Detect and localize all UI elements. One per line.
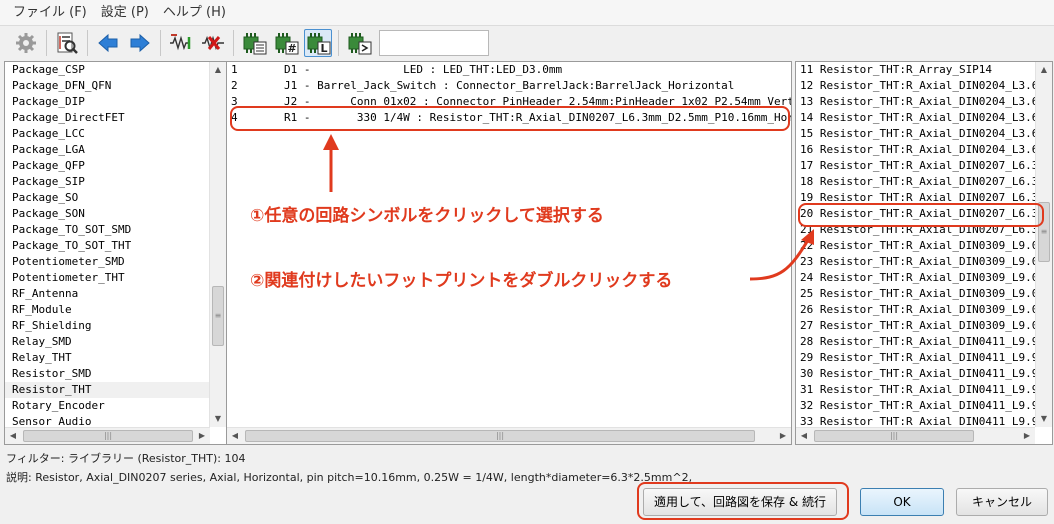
library-list-item[interactable]: Resistor_THT <box>5 382 226 398</box>
footprint-vertical-scrollbar[interactable]: ▲ ≡ ▼ <box>1035 62 1052 427</box>
library-list-item[interactable]: Package_LCC <box>5 126 226 142</box>
footprint-row[interactable]: 30 Resistor_THT:R_Axial_DIN0411_L9.9mm <box>796 366 1052 382</box>
footprint-row[interactable]: 28 Resistor_THT:R_Axial_DIN0411_L9.9mm <box>796 334 1052 350</box>
footprint-row[interactable]: 25 Resistor_THT:R_Axial_DIN0309_L9.0mm <box>796 286 1052 302</box>
scroll-right-arrow-icon[interactable]: ▶ <box>775 428 791 444</box>
menu-settings[interactable]: 設定 (P) <box>94 2 156 24</box>
symbol-hscroll-thumb[interactable]: ||| <box>245 430 755 442</box>
footprint-row[interactable]: 31 Resistor_THT:R_Axial_DIN0411_L9.9mm <box>796 382 1052 398</box>
scroll-right-arrow-icon[interactable]: ▶ <box>1019 428 1035 444</box>
library-browser-icon[interactable] <box>53 29 81 57</box>
settings-icon[interactable] <box>12 29 40 57</box>
menu-help[interactable]: ヘルプ (H) <box>156 2 233 24</box>
footprint-row[interactable]: 32 Resistor_THT:R_Axial_DIN0411_L9.9mm <box>796 398 1052 414</box>
library-list-item[interactable]: RF_Module <box>5 302 226 318</box>
previous-icon[interactable] <box>94 29 122 57</box>
filter-status-text: フィルター: ライブラリー (Resistor_THT): 104 <box>6 452 246 465</box>
library-list-item[interactable]: Package_QFP <box>5 158 226 174</box>
footprint-row[interactable]: 15 Resistor_THT:R_Axial_DIN0204_L3.6mm <box>796 126 1052 142</box>
filter-library-icon[interactable]: L <box>304 29 332 57</box>
library-list-item[interactable]: Package_LGA <box>5 142 226 158</box>
footprint-row[interactable]: 17 Resistor_THT:R_Axial_DIN0207_L6.3mm <box>796 158 1052 174</box>
target-footprint-highlight <box>798 203 1044 227</box>
cancel-button[interactable]: キャンセル <box>956 488 1048 516</box>
scroll-left-arrow-icon[interactable]: ◀ <box>796 428 812 444</box>
filter-text-icon[interactable] <box>345 29 373 57</box>
library-vertical-scrollbar[interactable]: ▲ ≡ ▼ <box>209 62 226 427</box>
library-list-item[interactable]: Package_DIP <box>5 94 226 110</box>
scroll-left-arrow-icon[interactable]: ◀ <box>5 428 21 444</box>
symbol-row[interactable]: 2 J1 - Barrel_Jack_Switch : Connector_Ba… <box>227 78 791 94</box>
toolbar-separator <box>87 30 88 56</box>
library-list-item[interactable]: Package_SO <box>5 190 226 206</box>
toolbar: # L <box>0 26 1054 60</box>
scroll-up-arrow-icon[interactable]: ▲ <box>210 62 226 78</box>
footprint-row[interactable]: 29 Resistor_THT:R_Axial_DIN0411_L9.9mm <box>796 350 1052 366</box>
footprint-horizontal-scrollbar[interactable]: ◀ ||| ▶ <box>796 427 1035 444</box>
toolbar-separator <box>46 30 47 56</box>
library-list-item[interactable]: Package_CSP <box>5 62 226 78</box>
scroll-left-arrow-icon[interactable]: ◀ <box>227 428 243 444</box>
footprint-row[interactable]: 14 Resistor_THT:R_Axial_DIN0204_L3.6mm <box>796 110 1052 126</box>
scroll-down-arrow-icon[interactable]: ▼ <box>210 411 226 427</box>
auto-associate-icon[interactable] <box>167 29 195 57</box>
symbol-horizontal-scrollbar[interactable]: ◀ ||| ▶ <box>227 427 791 444</box>
apply-button-highlight <box>637 482 849 520</box>
delete-associations-icon[interactable] <box>199 29 227 57</box>
library-scroll-thumb[interactable]: ≡ <box>212 286 224 346</box>
library-list-panel: Package_CSP Package_DFN_QFN Package_DIP Pac… <box>4 61 227 445</box>
selected-symbol-highlight <box>230 106 790 131</box>
footprint-row[interactable]: 27 Resistor_THT:R_Axial_DIN0309_L9.0mm <box>796 318 1052 334</box>
footprint-row[interactable]: 13 Resistor_THT:R_Axial_DIN0204_L3.6mm <box>796 94 1052 110</box>
footprint-hscroll-thumb[interactable]: ||| <box>814 430 974 442</box>
library-list-item[interactable]: Potentiometer_THT <box>5 270 226 286</box>
library-list-item[interactable]: Package_DFN_QFN <box>5 78 226 94</box>
footprint-row[interactable]: 26 Resistor_THT:R_Axial_DIN0309_L9.0mm <box>796 302 1052 318</box>
library-list-item[interactable]: Package_DirectFET <box>5 110 226 126</box>
library-list: Package_CSP Package_DFN_QFN Package_DIP Pac… <box>5 62 226 430</box>
next-icon[interactable] <box>126 29 154 57</box>
svg-text:#: # <box>287 42 296 55</box>
library-list-item[interactable]: Rotary_Encoder <box>5 398 226 414</box>
scroll-down-arrow-icon[interactable]: ▼ <box>1036 411 1052 427</box>
library-hscroll-thumb[interactable]: ||| <box>23 430 193 442</box>
footprint-list-panel: 11 Resistor_THT:R_Array_SIP14 12 Resistor… <box>795 61 1053 445</box>
footprint-list: 11 Resistor_THT:R_Array_SIP14 12 Resistor… <box>796 62 1052 430</box>
library-horizontal-scrollbar[interactable]: ◀ ||| ▶ <box>5 427 210 444</box>
step1-annotation: ①任意の回路シンボルをクリックして選択する <box>250 206 604 226</box>
footprint-row[interactable]: 12 Resistor_THT:R_Axial_DIN0204_L3.6mm <box>796 78 1052 94</box>
footprint-row[interactable]: 16 Resistor_THT:R_Axial_DIN0204_L3.6mm <box>796 142 1052 158</box>
library-list-item[interactable]: Potentiometer_SMD <box>5 254 226 270</box>
filter-keywords-icon[interactable] <box>240 29 268 57</box>
symbol-row[interactable]: 1 D1 - LED : LED_THT:LED_D3.0mm <box>227 62 791 78</box>
footprint-row[interactable]: 11 Resistor_THT:R_Array_SIP14 <box>796 62 1052 78</box>
library-list-item[interactable]: Resistor_SMD <box>5 366 226 382</box>
footprint-row[interactable]: 24 Resistor_THT:R_Axial_DIN0309_L9.0mm <box>796 270 1052 286</box>
svg-text:L: L <box>320 42 327 55</box>
library-list-item[interactable]: Package_SIP <box>5 174 226 190</box>
scroll-up-arrow-icon[interactable]: ▲ <box>1036 62 1052 78</box>
footprint-row[interactable]: 23 Resistor_THT:R_Axial_DIN0309_L9.0mm <box>796 254 1052 270</box>
scroll-right-arrow-icon[interactable]: ▶ <box>194 428 210 444</box>
library-list-item[interactable]: Relay_SMD <box>5 334 226 350</box>
library-list-item[interactable]: Relay_THT <box>5 350 226 366</box>
menu-bar: ファイル (F) 設定 (P) ヘルプ (H) <box>0 0 1054 26</box>
filter-pin-count-icon[interactable]: # <box>272 29 300 57</box>
footprint-row[interactable]: 18 Resistor_THT:R_Axial_DIN0207_L6.3mm <box>796 174 1052 190</box>
library-list-item[interactable]: Package_TO_SOT_THT <box>5 238 226 254</box>
library-list-item[interactable]: RF_Antenna <box>5 286 226 302</box>
description-text: 説明: Resistor, Axial_DIN0207 series, Axia… <box>6 471 693 484</box>
menu-file[interactable]: ファイル (F) <box>6 2 94 24</box>
ok-button[interactable]: OK <box>860 488 944 516</box>
toolbar-separator <box>338 30 339 56</box>
library-list-item[interactable]: Package_SON <box>5 206 226 222</box>
footprint-row[interactable]: 22 Resistor_THT:R_Axial_DIN0309_L9.0mm <box>796 238 1052 254</box>
filter-search-input[interactable] <box>379 30 489 56</box>
toolbar-separator <box>160 30 161 56</box>
toolbar-separator <box>233 30 234 56</box>
library-list-item[interactable]: RF_Shielding <box>5 318 226 334</box>
step2-annotation: ②関連付けしたいフットプリントをダブルクリックする <box>250 271 673 291</box>
library-list-item[interactable]: Package_TO_SOT_SMD <box>5 222 226 238</box>
